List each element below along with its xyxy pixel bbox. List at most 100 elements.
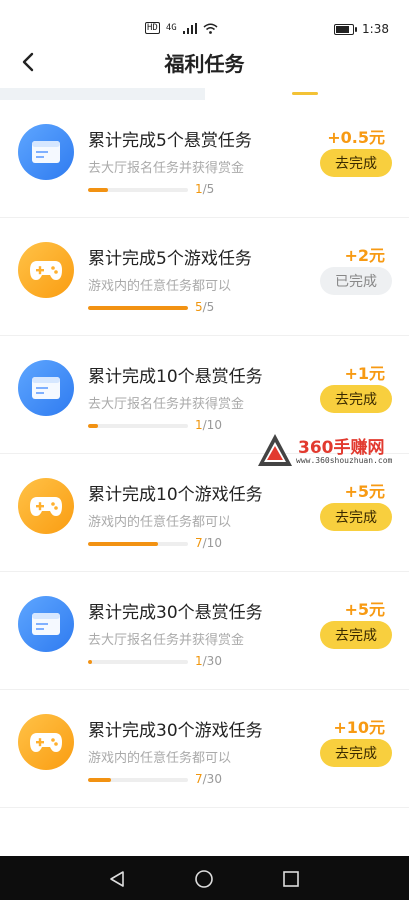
task-description: 去大厅报名任务并获得赏金 (88, 161, 245, 176)
task-title: 累计完成30个游戏任务 (88, 716, 263, 741)
progress-track (88, 542, 188, 546)
reward-amount: +5元 (344, 482, 385, 501)
nav-home-button[interactable] (193, 868, 215, 890)
tab-indicator (292, 92, 318, 95)
progress-total: /10 (202, 536, 222, 550)
task-title: 累计完成5个游戏任务 (88, 244, 252, 269)
task-row: 累计完成10个游戏任务游戏内的任意任务都可以 7/10 +5元去完成 (0, 454, 409, 572)
task-title-number: 30 (156, 721, 178, 741)
tab-left[interactable] (0, 88, 205, 100)
window-icon (32, 377, 60, 399)
progress-current: 1 (195, 418, 203, 432)
nav-recents-button[interactable] (280, 868, 302, 890)
go-complete-button[interactable]: 去完成 (320, 385, 392, 413)
progress-current: 1 (195, 654, 203, 668)
task-title-prefix: 累计完成 (88, 131, 156, 151)
task-title-suffix: 个悬赏任务 (177, 603, 263, 623)
task-icon (18, 124, 74, 180)
task-title: 累计完成10个游戏任务 (88, 480, 263, 505)
task-title-suffix: 个游戏任务 (177, 485, 263, 505)
progress-total: /30 (202, 654, 222, 668)
tab-strip (0, 88, 409, 100)
progress-fill (88, 306, 188, 310)
task-icon (18, 478, 74, 534)
go-complete-button[interactable]: 去完成 (320, 149, 392, 177)
task-title-prefix: 累计完成 (88, 367, 156, 387)
task-row: 累计完成5个悬赏任务去大厅报名任务并获得赏金 1/5 +0.5元去完成 (0, 100, 409, 218)
progress-total: /30 (202, 772, 222, 786)
wifi-icon (203, 23, 218, 34)
progress-fill (88, 424, 98, 428)
nav-back-button[interactable] (106, 868, 128, 890)
progress-count: 1/5 (195, 182, 214, 196)
task-description: 游戏内的任意任务都可以 (88, 279, 232, 294)
hd-label: HD (145, 22, 160, 34)
task-title-suffix: 个游戏任务 (166, 249, 252, 269)
progress-total: /5 (202, 300, 215, 314)
task-title-number: 5 (156, 249, 167, 269)
task-row: 累计完成30个游戏任务游戏内的任意任务都可以 7/30 +10元去完成 (0, 690, 409, 808)
gamepad-icon (30, 733, 62, 752)
task-icon (18, 360, 74, 416)
task-title-number: 30 (156, 603, 178, 623)
status-right: 1:38 (334, 22, 389, 36)
back-triangle-icon (110, 871, 124, 887)
reward-amount: +2元 (344, 246, 385, 265)
status-time: 1:38 (362, 22, 389, 36)
gamepad-icon (30, 261, 62, 280)
progress-current: 7 (195, 536, 203, 550)
task-title-suffix: 个悬赏任务 (177, 367, 263, 387)
window-icon (32, 613, 60, 635)
task-title-number: 10 (156, 485, 178, 505)
task-title-number: 5 (156, 131, 167, 151)
progress-track (88, 306, 188, 310)
task-description: 游戏内的任意任务都可以 (88, 751, 232, 766)
task-title: 累计完成30个悬赏任务 (88, 598, 263, 623)
task-icon (18, 596, 74, 652)
task-title-prefix: 累计完成 (88, 249, 156, 269)
progress-fill (88, 778, 112, 782)
progress-current: 7 (195, 772, 203, 786)
task-description: 去大厅报名任务并获得赏金 (88, 633, 245, 648)
progress-count: 1/10 (195, 418, 222, 432)
status-bar: HD 4G 1:38 (0, 0, 409, 40)
battery-icon (334, 23, 358, 35)
progress-fill (88, 188, 108, 192)
task-title-suffix: 个悬赏任务 (166, 131, 252, 151)
gamepad-icon (30, 497, 62, 516)
task-title-number: 10 (156, 367, 178, 387)
reward-amount: +10元 (333, 718, 385, 737)
progress-track (88, 778, 188, 782)
progress-total: /5 (202, 182, 215, 196)
window-icon (32, 141, 60, 163)
status-icons: HD 4G (145, 22, 218, 34)
task-title-prefix: 累计完成 (88, 603, 156, 623)
watermark-url: www.360shouzhuan.com (296, 456, 393, 465)
progress-track (88, 660, 188, 664)
progress-count: 1/30 (195, 654, 222, 668)
completed-button[interactable]: 已完成 (320, 267, 392, 295)
watermark: 360手赚网 www.360shouzhuan.com (256, 430, 406, 470)
network-label: 4G (165, 23, 177, 33)
progress-count: 7/30 (195, 772, 222, 786)
task-description: 游戏内的任意任务都可以 (88, 515, 232, 530)
go-complete-button[interactable]: 去完成 (320, 621, 392, 649)
go-complete-button[interactable]: 去完成 (320, 503, 392, 531)
progress-current: 1 (195, 182, 203, 196)
recents-square-icon (283, 871, 299, 887)
reward-amount: +0.5元 (327, 128, 385, 147)
top-bar: 福利任务 (0, 40, 409, 86)
progress-current: 5 (195, 300, 203, 314)
reward-amount: +1元 (344, 364, 385, 383)
task-row: 累计完成30个悬赏任务去大厅报名任务并获得赏金 1/30 +5元去完成 (0, 572, 409, 690)
task-title-suffix: 个游戏任务 (177, 721, 263, 741)
watermark-text: 360手赚网 (298, 438, 385, 458)
system-nav-bar (0, 856, 409, 900)
task-row: 累计完成5个游戏任务 游戏内的任意任务都可以 5/5 +2元 已完成 (0, 218, 409, 336)
go-complete-button[interactable]: 去完成 (320, 739, 392, 767)
task-title-prefix: 累计完成 (88, 721, 156, 741)
progress-count: 5/5 (195, 300, 214, 314)
progress-fill (88, 542, 158, 546)
task-title-prefix: 累计完成 (88, 485, 156, 505)
reward-amount: +5元 (344, 600, 385, 619)
